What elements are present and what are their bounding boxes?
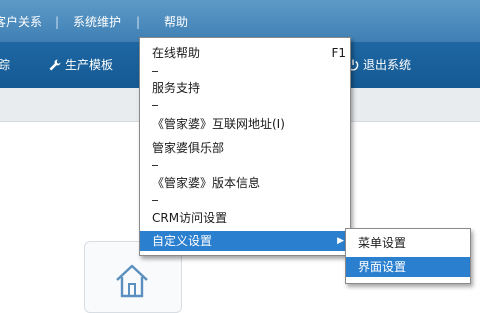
custom-settings-submenu: 菜单设置 界面设置: [345, 228, 471, 284]
home-icon: [116, 264, 148, 298]
menu-divider: |: [55, 15, 60, 29]
menu-separator: [152, 105, 158, 106]
menu-item-service-support[interactable]: 服务支持: [140, 78, 350, 98]
menu-separator: [152, 200, 158, 201]
menu-help[interactable]: 帮助: [164, 15, 188, 29]
menu-customer-relations[interactable]: 客户关系: [0, 15, 42, 29]
toolbar-tracking-label: 踪: [0, 58, 11, 72]
menu-item-label: CRM访问设置: [152, 211, 228, 225]
menu-item-label: 自定义设置: [152, 234, 213, 248]
menu-separator: [152, 165, 158, 166]
toolbar-tracking-button[interactable]: 踪: [0, 58, 10, 72]
menu-item-version-info[interactable]: 《管家婆》版本信息: [140, 173, 350, 193]
help-dropdown-menu: 在线帮助 F1 服务支持 《管家婆》互联网地址(I) 管家婆俱乐部 《管家婆》版…: [139, 37, 351, 256]
menu-item-custom-settings[interactable]: 自定义设置 ▶: [140, 231, 350, 251]
menu-separator: [152, 71, 158, 72]
menu-system-maintenance[interactable]: 系统维护: [73, 15, 121, 29]
submenu-item-menu-settings[interactable]: 菜单设置: [346, 233, 470, 253]
toolbar-logout-label: 退出系统: [363, 58, 412, 72]
submenu-item-label: 界面设置: [358, 260, 407, 274]
menu-item-label: 服务支持: [152, 81, 201, 95]
wrench-icon: [49, 59, 61, 71]
menu-item-online-help[interactable]: 在线帮助 F1: [140, 43, 350, 63]
menu-item-crm-access-settings[interactable]: CRM访问设置: [140, 208, 350, 228]
toolbar-production-template-label: 生产模板: [65, 58, 114, 72]
shortcut-label: F1: [331, 46, 346, 60]
menu-item-internet-address[interactable]: 《管家婆》互联网地址(I): [140, 114, 350, 134]
submenu-item-interface-settings[interactable]: 界面设置: [346, 257, 470, 277]
menu-item-club[interactable]: 管家婆俱乐部: [140, 138, 350, 158]
menu-item-label: 《管家婆》互联网地址(I): [152, 117, 285, 131]
submenu-item-label: 菜单设置: [358, 236, 407, 250]
menu-divider: |: [136, 15, 141, 29]
menu-item-label: 在线帮助: [152, 46, 201, 60]
submenu-arrow-icon: ▶: [337, 236, 344, 246]
top-menu-bar: 客户关系 | 系统维护 | 帮助: [0, 0, 480, 42]
menu-item-label: 管家婆俱乐部: [152, 141, 225, 155]
toolbar-logout-button[interactable]: 退出系统: [346, 58, 411, 72]
menu-item-label: 《管家婆》版本信息: [152, 176, 261, 190]
toolbar-production-template-button[interactable]: 生产模板: [48, 58, 113, 72]
